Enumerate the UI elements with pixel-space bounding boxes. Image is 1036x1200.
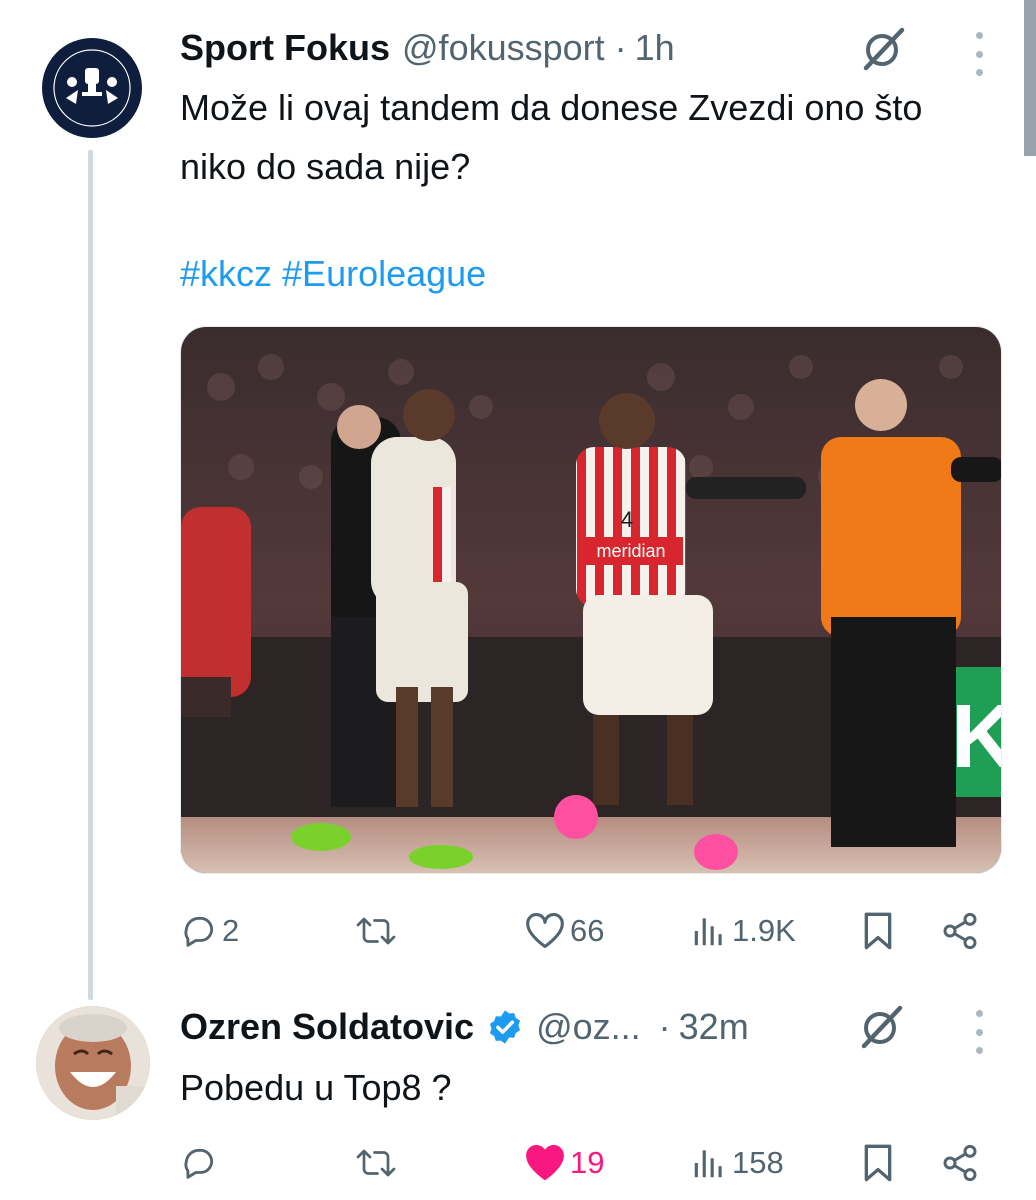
tweet-header: Sport Fokus @fokussport · 1h [180, 27, 675, 69]
verified-badge-icon [486, 1008, 524, 1046]
bookmark-icon [864, 1144, 892, 1182]
retweet-icon [356, 917, 396, 945]
separator-dot: · [614, 27, 627, 68]
jersey-sponsor-text: meridian [596, 541, 665, 561]
heart-icon [526, 913, 564, 949]
hashtags: #kkcz #Euroleague [180, 253, 496, 295]
share-button[interactable] [940, 1138, 980, 1188]
tweet-text: Može li ovaj tandem da donese Zvezdi ono… [180, 87, 923, 187]
scrollbar-thumb[interactable] [1024, 0, 1036, 156]
grok-icon[interactable] [858, 24, 910, 76]
views-count: 158 [732, 1145, 784, 1180]
scrollbar[interactable] [1024, 0, 1036, 160]
avatar-sport-fokus[interactable] [42, 38, 142, 138]
bookmark-icon [864, 912, 892, 950]
author-handle[interactable]: @fokussport [402, 27, 605, 69]
reply-count: 2 [222, 913, 240, 948]
reply-button[interactable]: 2 [180, 906, 239, 956]
thread-connector-line [88, 150, 93, 1000]
like-count: 66 [570, 913, 605, 948]
more-vertical-icon[interactable] [973, 1010, 985, 1054]
grok-icon[interactable] [856, 1002, 908, 1054]
avatar-photo [36, 1006, 150, 1120]
reply-button[interactable] [180, 1138, 222, 1188]
tweet-action-bar: 19 158 [180, 1138, 980, 1188]
share-button[interactable] [940, 906, 980, 956]
retweet-button[interactable] [355, 1138, 401, 1188]
views-icon [694, 918, 722, 946]
share-icon [943, 912, 977, 950]
more-vertical-icon[interactable] [973, 32, 985, 76]
sport-fokus-logo [43, 39, 141, 137]
tweet-photo[interactable]: K meridian 4 [180, 326, 1002, 874]
court-board-text: K [951, 687, 1002, 787]
tweet-action-bar: 2 66 1.9K [180, 906, 980, 956]
basketball-players-photo: K meridian 4 [181, 327, 1002, 873]
jersey-number: 4 [621, 507, 633, 532]
views-button[interactable]: 1.9K [690, 906, 796, 956]
views-button[interactable]: 158 [690, 1138, 784, 1188]
share-icon [943, 1144, 977, 1182]
views-icon [694, 1150, 722, 1178]
author-name[interactable]: Ozren Soldatovic [180, 1006, 474, 1048]
reply-icon [184, 1148, 214, 1179]
like-button[interactable]: 19 [524, 1138, 604, 1188]
like-count: 19 [570, 1145, 605, 1180]
retweet-button[interactable] [355, 906, 401, 956]
tweet-timestamp[interactable]: 1h [635, 27, 675, 69]
retweet-icon [356, 1149, 396, 1177]
bookmark-button[interactable] [860, 906, 896, 956]
like-button[interactable]: 66 [524, 906, 604, 956]
views-count: 1.9K [732, 913, 796, 948]
hashtag-link[interactable]: #kkcz [180, 253, 272, 294]
avatar-ozren-soldatovic[interactable] [36, 1006, 150, 1120]
author-name[interactable]: Sport Fokus [180, 27, 390, 69]
hashtag-link[interactable]: #Euroleague [282, 253, 486, 294]
author-handle[interactable]: @oz... [536, 1006, 641, 1048]
heart-icon [526, 1145, 564, 1181]
tweet-header: Ozren Soldatovic @oz... · 32m [180, 1006, 749, 1048]
tweet-timestamp[interactable]: 32m [679, 1006, 749, 1048]
reply-icon [184, 916, 214, 947]
tweet-text: Pobedu u Top8 ? [180, 1067, 452, 1108]
bookmark-button[interactable] [860, 1138, 896, 1188]
separator-dot: · [658, 1006, 671, 1047]
